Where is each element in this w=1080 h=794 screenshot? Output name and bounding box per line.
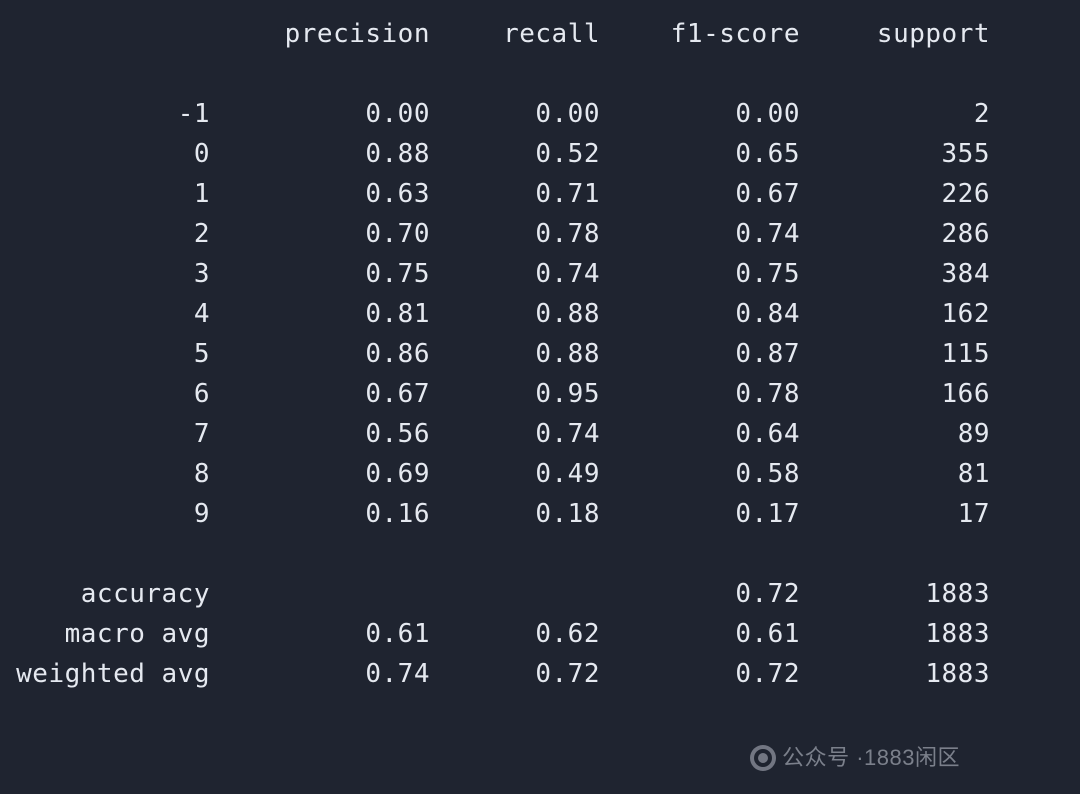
support-value: 1883 — [800, 614, 990, 654]
precision-value: 0.70 — [210, 214, 430, 254]
header-support: support — [800, 14, 990, 54]
class-label: 9 — [10, 494, 210, 534]
recall-value: 0.74 — [430, 254, 600, 294]
precision-value: 0.75 — [210, 254, 430, 294]
support-value: 355 — [800, 134, 990, 174]
class-label: -1 — [10, 94, 210, 134]
table-header-row: precision recall f1-score support — [10, 14, 1060, 54]
recall-value: 0.88 — [430, 334, 600, 374]
terminal-output: precision recall f1-score support -1 0.0… — [0, 0, 1080, 794]
f1-value: 0.64 — [600, 414, 800, 454]
table-row: 8 0.69 0.49 0.58 81 — [10, 454, 1060, 494]
recall-value: 0.78 — [430, 214, 600, 254]
support-value: 1883 — [800, 654, 990, 694]
class-label: 4 — [10, 294, 210, 334]
support-value: 2 — [800, 94, 990, 134]
table-row: 6 0.67 0.95 0.78 166 — [10, 374, 1060, 414]
f1-value: 0.78 — [600, 374, 800, 414]
table-row: 9 0.16 0.18 0.17 17 — [10, 494, 1060, 534]
precision-value: 0.63 — [210, 174, 430, 214]
support-value: 115 — [800, 334, 990, 374]
f1-value: 0.72 — [600, 574, 800, 614]
class-label: 5 — [10, 334, 210, 374]
recall-value — [430, 574, 600, 614]
summary-label: weighted avg — [10, 654, 210, 694]
precision-value: 0.74 — [210, 654, 430, 694]
precision-value: 0.86 — [210, 334, 430, 374]
precision-value: 0.81 — [210, 294, 430, 334]
summary-label: macro avg — [10, 614, 210, 654]
table-row: 2 0.70 0.78 0.74 286 — [10, 214, 1060, 254]
f1-value: 0.67 — [600, 174, 800, 214]
recall-value: 0.72 — [430, 654, 600, 694]
recall-value: 0.74 — [430, 414, 600, 454]
f1-value: 0.00 — [600, 94, 800, 134]
recall-value: 0.18 — [430, 494, 600, 534]
support-value: 384 — [800, 254, 990, 294]
class-label: 6 — [10, 374, 210, 414]
f1-value: 0.75 — [600, 254, 800, 294]
f1-value: 0.87 — [600, 334, 800, 374]
precision-value: 0.69 — [210, 454, 430, 494]
f1-value: 0.58 — [600, 454, 800, 494]
summary-label: accuracy — [10, 574, 210, 614]
f1-value: 0.17 — [600, 494, 800, 534]
precision-value — [210, 574, 430, 614]
recall-value: 0.00 — [430, 94, 600, 134]
recall-value: 0.52 — [430, 134, 600, 174]
recall-value: 0.95 — [430, 374, 600, 414]
support-value: 17 — [800, 494, 990, 534]
f1-value: 0.61 — [600, 614, 800, 654]
class-label: 3 — [10, 254, 210, 294]
precision-value: 0.56 — [210, 414, 430, 454]
class-label: 7 — [10, 414, 210, 454]
table-row: 3 0.75 0.74 0.75 384 — [10, 254, 1060, 294]
summary-row-accuracy: accuracy 0.72 1883 — [10, 574, 1060, 614]
recall-value: 0.71 — [430, 174, 600, 214]
support-value: 166 — [800, 374, 990, 414]
support-value: 162 — [800, 294, 990, 334]
class-label: 8 — [10, 454, 210, 494]
support-value: 89 — [800, 414, 990, 454]
table-row: 7 0.56 0.74 0.64 89 — [10, 414, 1060, 454]
header-f1: f1-score — [600, 14, 800, 54]
class-label: 2 — [10, 214, 210, 254]
recall-value: 0.62 — [430, 614, 600, 654]
precision-value: 0.00 — [210, 94, 430, 134]
precision-value: 0.61 — [210, 614, 430, 654]
blank-row — [10, 534, 1060, 574]
support-value: 286 — [800, 214, 990, 254]
table-row: 4 0.81 0.88 0.84 162 — [10, 294, 1060, 334]
summary-row-weighted: weighted avg 0.74 0.72 0.72 1883 — [10, 654, 1060, 694]
precision-value: 0.67 — [210, 374, 430, 414]
header-blank — [10, 14, 210, 54]
table-row: 1 0.63 0.71 0.67 226 — [10, 174, 1060, 214]
f1-value: 0.72 — [600, 654, 800, 694]
table-row: -1 0.00 0.00 0.00 2 — [10, 94, 1060, 134]
support-value: 1883 — [800, 574, 990, 614]
f1-value: 0.74 — [600, 214, 800, 254]
support-value: 226 — [800, 174, 990, 214]
recall-value: 0.49 — [430, 454, 600, 494]
class-label: 0 — [10, 134, 210, 174]
header-precision: precision — [210, 14, 430, 54]
precision-value: 0.88 — [210, 134, 430, 174]
class-label: 1 — [10, 174, 210, 214]
f1-value: 0.84 — [600, 294, 800, 334]
recall-value: 0.88 — [430, 294, 600, 334]
f1-value: 0.65 — [600, 134, 800, 174]
header-recall: recall — [430, 14, 600, 54]
summary-row-macro: macro avg 0.61 0.62 0.61 1883 — [10, 614, 1060, 654]
table-row: 0 0.88 0.52 0.65 355 — [10, 134, 1060, 174]
support-value: 81 — [800, 454, 990, 494]
precision-value: 0.16 — [210, 494, 430, 534]
table-row: 5 0.86 0.88 0.87 115 — [10, 334, 1060, 374]
blank-row — [10, 54, 1060, 94]
